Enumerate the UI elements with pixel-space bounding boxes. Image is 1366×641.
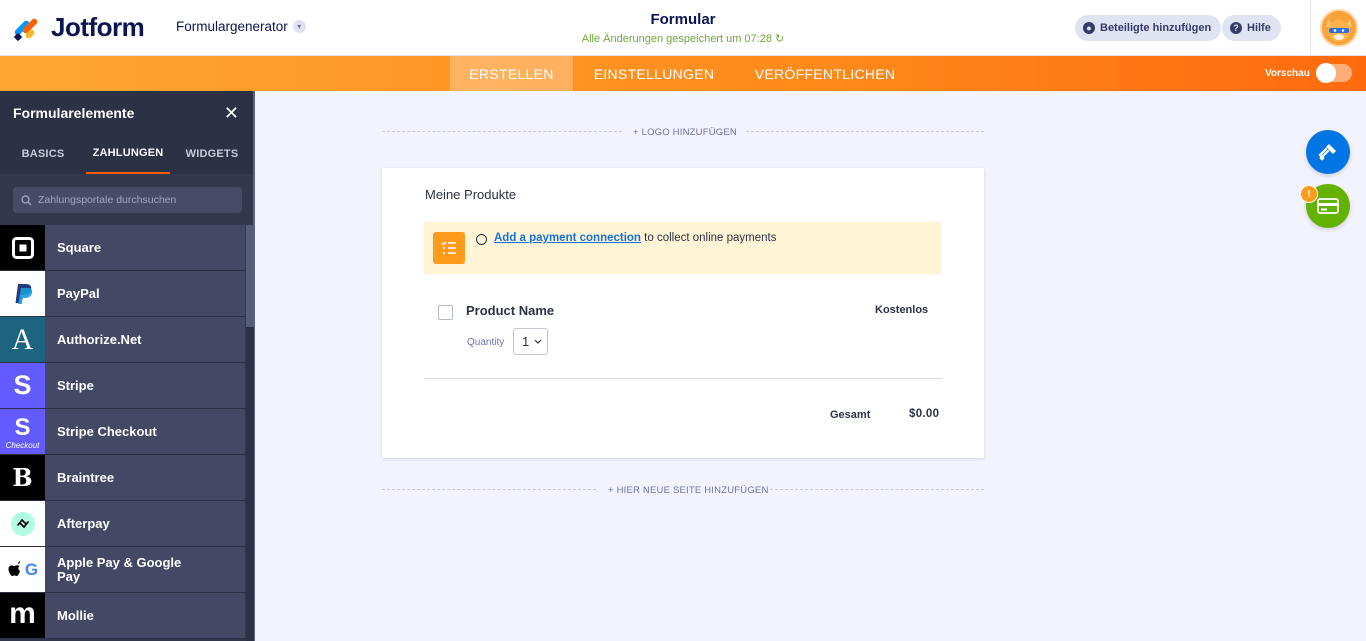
brand-name: Jotform: [51, 12, 145, 42]
braintree-icon: B: [0, 455, 45, 500]
total-value: $0.00: [909, 408, 940, 420]
add-page-link[interactable]: + HIER NEUE SEITE HINZUFÜGEN: [608, 485, 769, 496]
gateway-mollie[interactable]: m Mollie: [0, 593, 245, 639]
jotform-logo-icon: [13, 15, 41, 41]
gateway-label: Mollie: [57, 607, 94, 623]
apple-google-pay-icon: G: [0, 547, 45, 592]
divider-line: [746, 131, 984, 132]
builder-nav: ERSTELLEN EINSTELLUNGEN VERÖFFENTLICHEN …: [0, 56, 1366, 91]
gateway-label: Stripe Checkout: [57, 423, 157, 439]
panel-header: Formularelemente ✕: [0, 91, 253, 134]
question-icon: ?: [1230, 22, 1242, 34]
form-designer-button[interactable]: [1306, 130, 1350, 174]
add-logo-link[interactable]: + LOGO HINZUFÜGEN: [633, 127, 737, 138]
panel-title: Formularelemente: [13, 104, 135, 121]
quantity-value: 1: [522, 334, 530, 349]
paypal-icon: [0, 271, 45, 316]
top-header: Jotform Formulargenerator ▾ Formular All…: [0, 0, 1366, 56]
gateway-label: Apple Pay & Google Pay: [57, 554, 182, 584]
add-collaborators-button[interactable]: ● Beteiligte hinzufügen: [1075, 15, 1222, 41]
panel-tabs: BASICS ZAHLUNGEN WIDGETS: [0, 134, 253, 174]
mollie-icon: m: [0, 593, 45, 638]
help-button[interactable]: ? Hilfe: [1222, 15, 1281, 41]
user-icon: ●: [1083, 22, 1095, 34]
divider-line: [770, 489, 984, 490]
notice-radio: [476, 234, 487, 245]
gateway-label: PayPal: [57, 285, 100, 301]
tab-einstellungen[interactable]: EINSTELLUNGEN: [580, 56, 728, 91]
toggle-knob: [1316, 63, 1336, 83]
stripe-checkout-icon: S Checkout: [0, 409, 45, 454]
payment-connection-notice: Add a payment connection to collect onli…: [424, 222, 942, 274]
gateway-braintree[interactable]: B Braintree: [0, 455, 245, 501]
product-price: Kostenlos: [875, 304, 929, 316]
preview-toggle[interactable]: [1316, 63, 1352, 83]
gateway-label: Square: [57, 239, 102, 255]
chevron-down-icon: [534, 339, 542, 344]
form-builder-label: Formulargenerator: [176, 19, 288, 34]
gateway-afterpay[interactable]: Afterpay: [0, 501, 245, 547]
close-icon[interactable]: ✕: [224, 104, 239, 122]
quantity-select[interactable]: 1: [513, 328, 548, 355]
gateway-label: Stripe: [57, 377, 94, 393]
tab-widgets[interactable]: WIDGETS: [182, 134, 242, 174]
stripe-icon: S: [0, 363, 45, 408]
panel-scrollbar[interactable]: [246, 225, 254, 641]
credit-card-icon: [1317, 198, 1339, 214]
scrollbar-thumb[interactable]: [246, 225, 254, 327]
gateway-stripe-checkout[interactable]: S Checkout Stripe Checkout: [0, 409, 245, 455]
gateway-square[interactable]: Square: [0, 225, 245, 271]
jotform-logo[interactable]: Jotform: [13, 12, 145, 43]
gateway-label: Braintree: [57, 469, 115, 485]
form-builder-dropdown[interactable]: Formulargenerator ▾: [176, 19, 306, 34]
total-label: Gesamt: [830, 409, 871, 421]
tab-veroeffentlichen[interactable]: VERÖFFENTLICHEN: [742, 56, 908, 91]
list-icon: [433, 232, 465, 264]
authorize-net-icon: A: [0, 317, 45, 362]
chevron-down-icon: ▾: [292, 20, 306, 33]
add-payment-connection-link[interactable]: Add a payment connection: [494, 232, 641, 244]
afterpay-icon: [0, 501, 45, 546]
help-label: Hilfe: [1247, 22, 1271, 34]
add-collaborators-label: Beteiligte hinzufügen: [1100, 22, 1212, 34]
avatar-container[interactable]: [1310, 0, 1366, 56]
search-icon: [21, 194, 32, 205]
product-name: Product Name: [466, 303, 555, 318]
card-divider: [424, 378, 942, 379]
tab-basics[interactable]: BASICS: [15, 134, 71, 174]
tab-erstellen[interactable]: ERSTELLEN: [450, 56, 573, 91]
square-icon: [0, 225, 45, 270]
warning-badge: !: [1300, 185, 1318, 203]
gateway-apple-google-pay[interactable]: G Apple Pay & Google Pay: [0, 547, 245, 593]
preview-label: Vorschau: [1265, 68, 1310, 79]
paint-roller-icon: [1318, 144, 1336, 161]
notice-rest-text: to collect online payments: [640, 232, 777, 244]
gateway-paypal[interactable]: PayPal: [0, 271, 245, 317]
divider-line: [382, 489, 596, 490]
gateway-stripe[interactable]: S Stripe: [0, 363, 245, 409]
form-elements-panel: Formularelemente ✕ BASICS ZAHLUNGEN WIDG…: [0, 91, 255, 641]
gateway-label: Afterpay: [57, 515, 110, 531]
product-list-title: Meine Produkte: [425, 187, 517, 202]
quantity-label: Quantity: [467, 337, 505, 348]
product-checkbox[interactable]: [438, 305, 453, 320]
payment-gateway-list: Square PayPal A Authorize.Net S Stripe S…: [0, 225, 245, 639]
avatar: [1319, 9, 1358, 47]
payment-search-input[interactable]: [38, 194, 228, 206]
divider-line: [382, 131, 622, 132]
tab-zahlungen[interactable]: ZAHLUNGEN: [86, 134, 170, 174]
stripe-checkout-icon-caption: Checkout: [5, 440, 40, 450]
payment-search: [13, 187, 242, 213]
notice-text: Add a payment connection to collect onli…: [494, 232, 777, 244]
payment-product-card[interactable]: Meine Produkte Add a payment connection …: [382, 168, 984, 458]
gateway-authorize-net[interactable]: A Authorize.Net: [0, 317, 245, 363]
gateway-label: Authorize.Net: [57, 331, 142, 347]
